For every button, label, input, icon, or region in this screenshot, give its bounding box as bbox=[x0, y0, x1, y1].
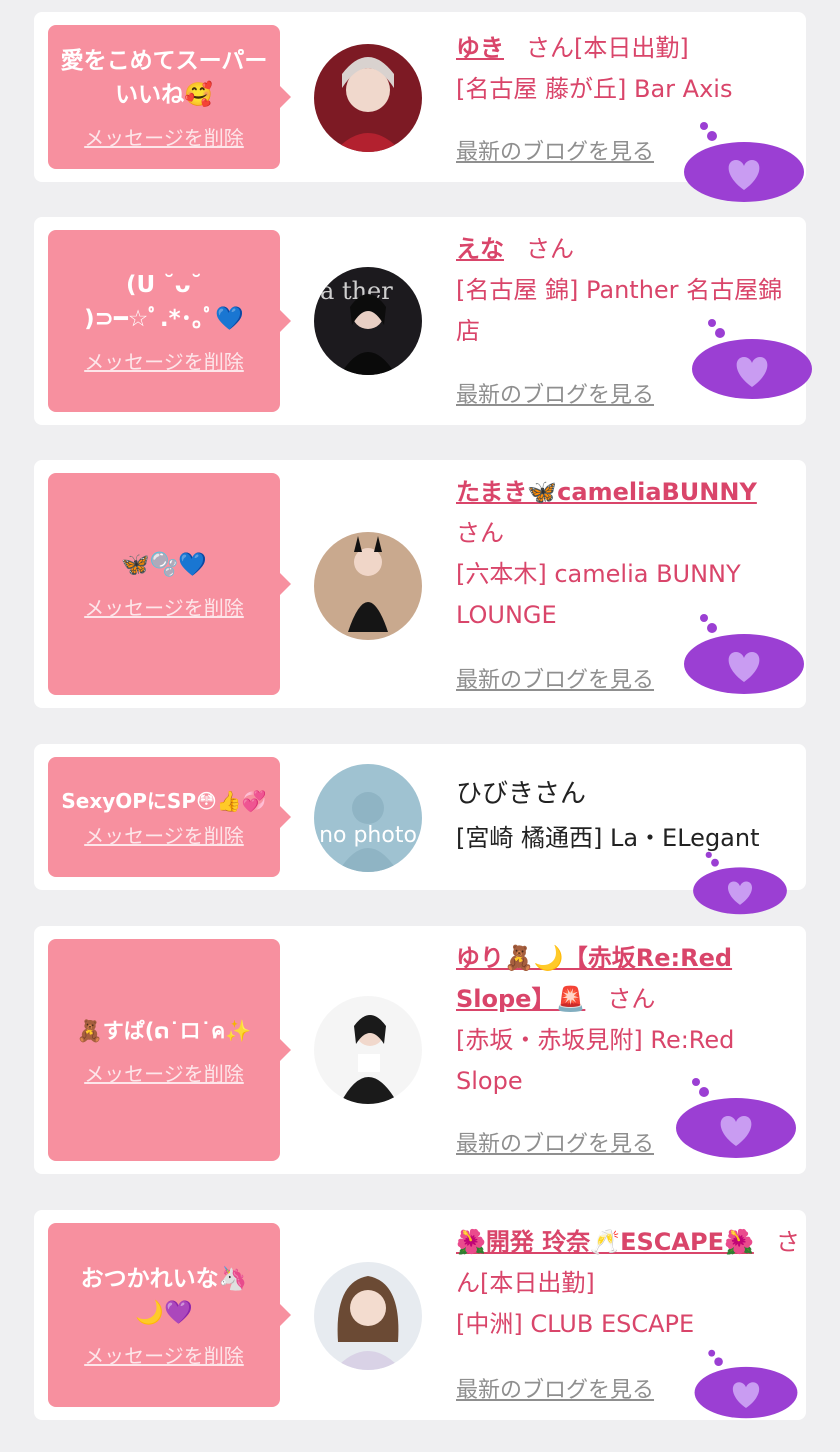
avatar[interactable]: a ther bbox=[314, 267, 422, 375]
cast-name-link[interactable]: ゆき bbox=[456, 34, 504, 62]
message-card: 愛をこめてスーパーいいね🥰 メッセージを削除 ゆき さん[本日出勤] [名古屋 藤… bbox=[34, 12, 806, 202]
san-suffix: さん bbox=[526, 235, 574, 263]
delete-message-link[interactable]: メッセージを削除 bbox=[84, 592, 244, 621]
heart-thought-icon[interactable] bbox=[686, 1348, 806, 1420]
cast-name-link[interactable]: ゆり🧸🌙【赤坂Re:Red Slope】🚨 bbox=[456, 944, 732, 1013]
message-text: 愛をこめてスーパーいいね🥰 bbox=[60, 47, 268, 108]
message-text: (U ˘ᴗ˘ )⊃━☆ﾟ.*･｡ﾟ💙 bbox=[84, 271, 244, 332]
cast-name-link[interactable]: 🌺開発 玲奈🥂ESCAPE🌺 bbox=[456, 1228, 754, 1256]
shop-text: [中洲] CLUB ESCAPE bbox=[456, 1310, 695, 1338]
heart-thought-icon[interactable] bbox=[690, 848, 790, 918]
heart-thought-icon[interactable] bbox=[680, 612, 808, 696]
svg-text:no photo: no photo bbox=[319, 823, 417, 848]
avatar[interactable] bbox=[314, 532, 422, 640]
avatar[interactable] bbox=[314, 44, 422, 152]
message-card: 🧸すぱ(ດ˙ロ˙ค✨ メッセージを削除 ゆり🧸🌙【赤坂Re:Red Slope】… bbox=[34, 926, 806, 1174]
cast-name: ひびき bbox=[456, 779, 535, 809]
delete-message-link[interactable]: メッセージを削除 bbox=[84, 820, 244, 849]
blog-link[interactable]: 最新のブログを見る bbox=[456, 134, 654, 166]
san-suffix: さん bbox=[456, 519, 504, 547]
message-bubble: SexyOPにSP😳👍💞 メッセージを削除 bbox=[48, 757, 291, 877]
name-line: ゆき さん[本日出勤] bbox=[456, 28, 800, 69]
delete-message-link[interactable]: メッセージを削除 bbox=[84, 1340, 244, 1369]
message-text: おつかれいな🦄🌙💜 bbox=[80, 1265, 248, 1326]
message-bubble: (U ˘ᴗ˘ )⊃━☆ﾟ.*･｡ﾟ💙 メッセージを削除 bbox=[48, 230, 291, 412]
message-card: (U ˘ᴗ˘ )⊃━☆ﾟ.*･｡ﾟ💙 メッセージを削除 a ther えな さん … bbox=[34, 217, 812, 425]
message-card: 🦋🫧💙 メッセージを削除 たまき🦋cameliaBUNNYさん [六本木] ca… bbox=[34, 460, 806, 708]
avatar[interactable] bbox=[314, 996, 422, 1104]
message-card: SexyOPにSP😳👍💞 メッセージを削除 no photo ひびきさん [宮崎… bbox=[34, 744, 806, 915]
delete-message-link[interactable]: メッセージを削除 bbox=[84, 1058, 244, 1087]
status-text: [本日出勤] bbox=[480, 1269, 595, 1297]
heart-thought-icon[interactable] bbox=[672, 1076, 800, 1160]
message-bubble: おつかれいな🦄🌙💜 メッセージを削除 bbox=[48, 1223, 291, 1407]
blog-link[interactable]: 最新のブログを見る bbox=[456, 377, 654, 409]
name-line: 🌺開発 玲奈🥂ESCAPE🌺 さん[本日出勤] bbox=[456, 1222, 800, 1304]
san-suffix: さん bbox=[534, 779, 587, 809]
heart-thought-icon[interactable] bbox=[688, 317, 816, 401]
name-line: たまき🦋cameliaBUNNY さん bbox=[456, 472, 800, 554]
shop-text: [名古屋 藤が丘] Bar Axis bbox=[456, 75, 733, 103]
cast-name-link[interactable]: えな bbox=[456, 235, 504, 263]
message-bubble: 愛をこめてスーパーいいね🥰 メッセージを削除 bbox=[48, 25, 291, 169]
avatar[interactable] bbox=[314, 1262, 422, 1370]
cast-info: ひびきさん [宮崎 橘通西] La・ELegant bbox=[456, 772, 800, 860]
message-card: おつかれいな🦄🌙💜 メッセージを削除 🌺開発 玲奈🥂ESCAPE🌺 さん[本日出勤… bbox=[34, 1210, 806, 1420]
message-text: SexyOPにSP😳👍💞 bbox=[61, 788, 267, 813]
name-line: ゆり🧸🌙【赤坂Re:Red Slope】🚨 さん bbox=[456, 938, 800, 1020]
name-line: ひびきさん bbox=[456, 772, 800, 816]
message-text: 🦋🫧💙 bbox=[121, 551, 207, 578]
heart-thought-icon[interactable] bbox=[680, 120, 808, 204]
san-suffix: さん bbox=[607, 985, 656, 1013]
san-suffix: さん bbox=[526, 34, 574, 62]
cast-info: ゆき さん[本日出勤] [名古屋 藤が丘] Bar Axis bbox=[456, 28, 800, 110]
message-bubble: 🦋🫧💙 メッセージを削除 bbox=[48, 473, 291, 695]
avatar[interactable]: no photo bbox=[314, 764, 422, 872]
delete-message-link[interactable]: メッセージを削除 bbox=[84, 122, 244, 151]
cast-name-link[interactable]: たまき🦋cameliaBUNNY bbox=[456, 478, 757, 506]
blog-link[interactable]: 最新のブログを見る bbox=[456, 1372, 654, 1404]
message-bubble: 🧸すぱ(ດ˙ロ˙ค✨ メッセージを削除 bbox=[48, 939, 291, 1161]
blog-link[interactable]: 最新のブログを見る bbox=[456, 662, 654, 694]
status-text: [本日出勤] bbox=[574, 34, 689, 62]
blog-link[interactable]: 最新のブログを見る bbox=[456, 1126, 654, 1158]
delete-message-link[interactable]: メッセージを削除 bbox=[84, 346, 244, 375]
name-line: えな さん bbox=[456, 229, 800, 270]
message-text: 🧸すぱ(ດ˙ロ˙ค✨ bbox=[76, 1018, 252, 1043]
cast-info: 🌺開発 玲奈🥂ESCAPE🌺 さん[本日出勤] [中洲] CLUB ESCAPE bbox=[456, 1222, 800, 1345]
